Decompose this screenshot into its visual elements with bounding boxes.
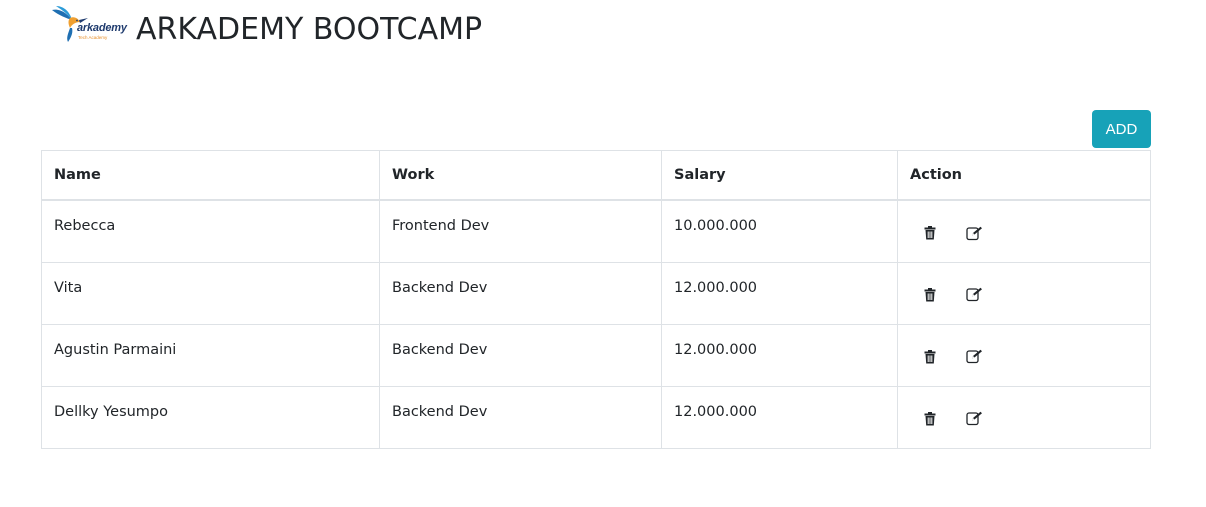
edit-icon[interactable] xyxy=(965,286,983,304)
employee-table: Name Work Salary Action Rebecca Frontend… xyxy=(41,150,1151,449)
edit-icon[interactable] xyxy=(965,410,983,428)
cell-work: Backend Dev xyxy=(379,323,662,387)
logo-text: arkademy xyxy=(77,22,127,34)
column-header-salary: Salary xyxy=(661,150,898,201)
trash-icon[interactable] xyxy=(921,410,939,428)
header: arkademy Tech Academy ARKADEMY BOOTCAMP xyxy=(50,4,483,47)
table-row: Dellky Yesumpo Backend Dev 12.000.000 xyxy=(41,385,1151,449)
column-header-work: Work xyxy=(379,150,662,201)
cell-work: Frontend Dev xyxy=(379,199,662,263)
trash-icon[interactable] xyxy=(921,348,939,366)
cell-action xyxy=(897,323,1151,387)
cell-salary: 12.000.000 xyxy=(661,385,898,449)
table-row: Vita Backend Dev 12.000.000 xyxy=(41,261,1151,325)
cell-work: Backend Dev xyxy=(379,261,662,325)
cell-name: Agustin Parmaini xyxy=(41,323,380,387)
column-header-name: Name xyxy=(41,150,380,201)
add-button[interactable]: ADD xyxy=(1092,110,1151,148)
cell-name: Rebecca xyxy=(41,199,380,263)
cell-salary: 12.000.000 xyxy=(661,261,898,325)
table-row: Agustin Parmaini Backend Dev 12.000.000 xyxy=(41,323,1151,387)
cell-salary: 12.000.000 xyxy=(661,323,898,387)
table-header-row: Name Work Salary Action xyxy=(41,150,1151,201)
trash-icon[interactable] xyxy=(921,286,939,304)
cell-name: Vita xyxy=(41,261,380,325)
cell-name: Dellky Yesumpo xyxy=(41,385,380,449)
cell-work: Backend Dev xyxy=(379,385,662,449)
logo-subtext: Tech Academy xyxy=(78,35,108,40)
cell-action xyxy=(897,261,1151,325)
edit-icon[interactable] xyxy=(965,348,983,366)
table-row: Rebecca Frontend Dev 10.000.000 xyxy=(41,199,1151,263)
cell-salary: 10.000.000 xyxy=(661,199,898,263)
column-header-action: Action xyxy=(897,150,1151,201)
page-title: ARKADEMY BOOTCAMP xyxy=(136,11,483,47)
arkademy-logo: arkademy Tech Academy xyxy=(50,4,130,44)
cell-action xyxy=(897,199,1151,263)
edit-icon[interactable] xyxy=(965,224,983,242)
cell-action xyxy=(897,385,1151,449)
trash-icon[interactable] xyxy=(921,224,939,242)
